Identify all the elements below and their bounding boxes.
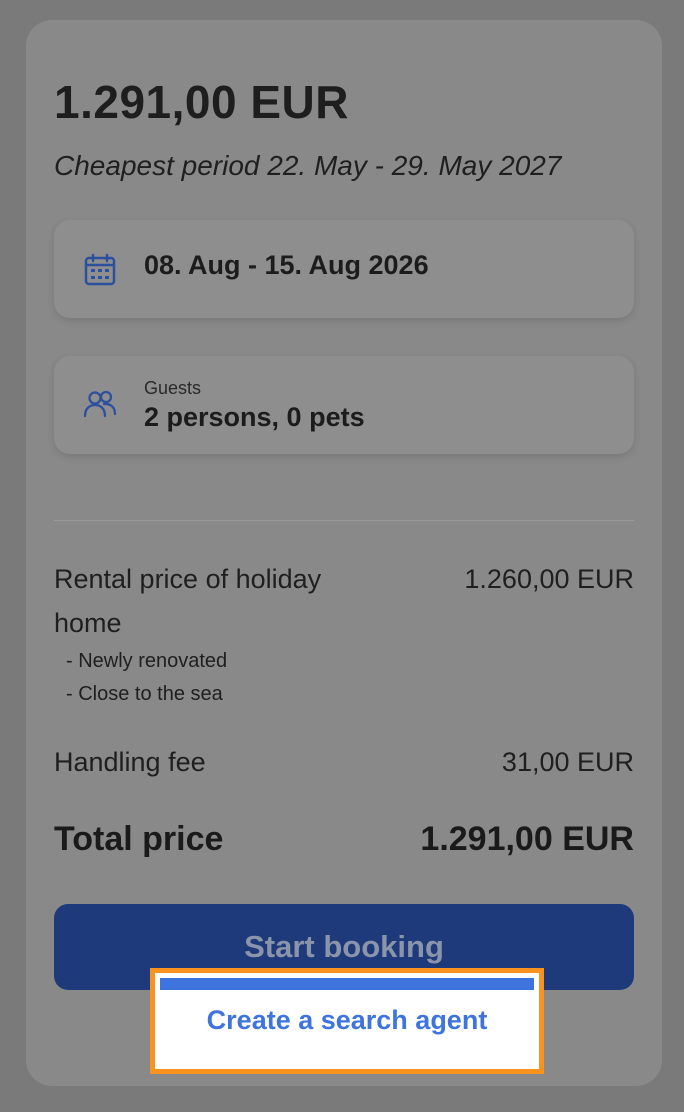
highlight-top-bar — [160, 978, 534, 990]
handling-fee-value: 31,00 EUR — [501, 747, 634, 777]
guests-label: Guests — [144, 378, 202, 398]
create-search-agent-link[interactable]: Create a search agent — [155, 1005, 539, 1036]
price-amount: 1.291,00 EUR — [54, 76, 349, 128]
search-agent-highlight: Create a search agent — [150, 968, 544, 1074]
rental-price-value: 1.260,00 EUR — [464, 564, 634, 594]
feature-item: - Close to the sea — [66, 683, 223, 705]
people-icon — [83, 390, 117, 418]
dates-field[interactable]: 08. Aug - 15. Aug 2026 — [54, 220, 634, 318]
rental-price-label: Rental price of holiday home — [54, 564, 322, 638]
dates-value: 08. Aug - 15. Aug 2026 — [144, 250, 429, 280]
cheapest-period: Cheapest period 22. May - 29. May 2027 — [54, 150, 562, 181]
calendar-icon — [84, 253, 116, 286]
feature-item: - Newly renovated — [66, 650, 228, 672]
guests-field[interactable]: Guests 2 persons, 0 pets — [54, 356, 634, 454]
divider — [54, 520, 634, 521]
total-price-label: Total price — [54, 820, 224, 858]
total-price-value: 1.291,00 EUR — [420, 820, 634, 858]
guests-value: 2 persons, 0 pets — [144, 402, 365, 432]
handling-fee-label: Handling fee — [54, 747, 206, 777]
